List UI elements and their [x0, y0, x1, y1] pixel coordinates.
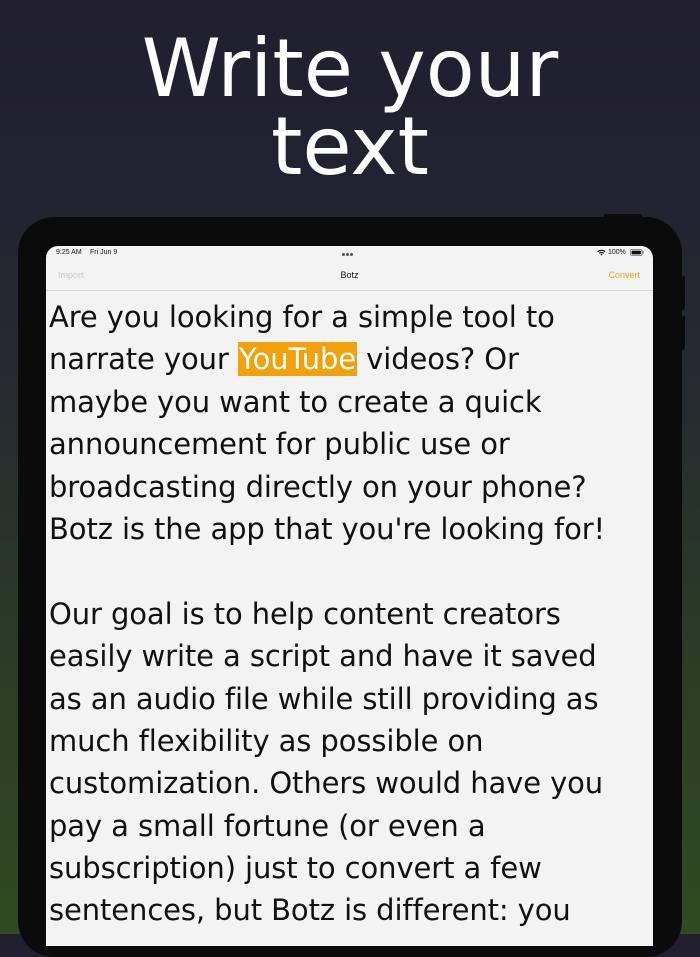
status-bar: 9:25 AM Fri Jun 9 100% [46, 246, 653, 262]
editor-line: easily write a script and have it saved [49, 639, 597, 674]
editor-line: sentences, but Botz is different: you [49, 893, 571, 928]
editor-line: Are you looking for a simple tool to [49, 300, 555, 334]
editor-line: narrate your YouTube videos? Or [49, 338, 649, 380]
status-date: Fri Jun 9 [90, 249, 118, 256]
paragraph-break [49, 550, 649, 592]
headline-line-2: text [271, 100, 429, 193]
status-time: 9:25 AM [56, 249, 82, 256]
selected-text-highlight[interactable]: YouTube [237, 342, 358, 377]
editor-line: announcement for public use or [49, 427, 510, 462]
text-editor[interactable]: Are you looking for a simple tool to nar… [49, 296, 649, 932]
battery-percent: 100% [608, 249, 626, 256]
editor-line: as an audio file while still providing a… [49, 681, 599, 716]
navigation-bar: Import Botz Convert [46, 262, 653, 291]
editor-line: subscription) just to convert a few [49, 851, 542, 886]
app-screen: 9:25 AM Fri Jun 9 100% Import Botz Conve… [46, 246, 653, 946]
headline-line-1: Write your [141, 22, 559, 115]
editor-line: much flexibility as possible on [49, 723, 484, 758]
battery-icon [630, 249, 644, 256]
convert-button[interactable]: Convert [608, 270, 640, 280]
editor-line: maybe you want to create a quick [49, 384, 542, 419]
multitask-dots-icon[interactable] [342, 251, 356, 256]
editor-line: Our goal is to help content creators [49, 596, 561, 631]
editor-text-segment: videos? Or [357, 342, 519, 377]
editor-line: Botz is the app that you're looking for! [49, 511, 606, 546]
wifi-icon [597, 249, 606, 256]
editor-line: pay a small fortune (or even a [49, 808, 486, 843]
editor-line: customization. Others would have you [49, 766, 604, 801]
promo-headline: Write your text [0, 22, 700, 193]
editor-line: broadcasting directly on your phone? [49, 469, 587, 504]
nav-title: Botz [340, 270, 359, 280]
editor-text-segment: narrate your [49, 342, 238, 377]
